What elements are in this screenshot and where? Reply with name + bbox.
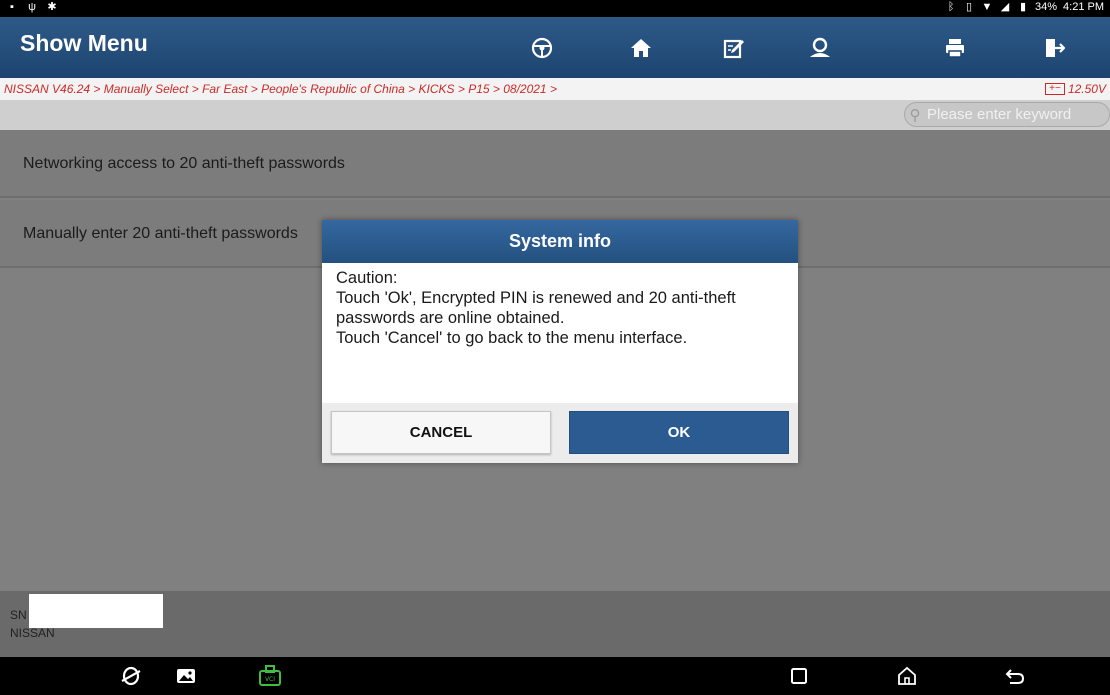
home-icon — [898, 666, 916, 685]
battery-percent: 34% — [1035, 1, 1058, 13]
usb-icon: ψ — [28, 1, 36, 13]
bluetooth-icon: ᛒ — [947, 1, 955, 13]
steering-wheel-icon — [531, 37, 553, 58]
voltage-indicator: +− 12.50V — [1044, 78, 1106, 100]
search-input[interactable] — [925, 105, 1109, 124]
breadcrumb-bar: NISSAN V46.24 > Manually Select > Far Ea… — [0, 78, 1110, 100]
menu-item-label: Manually enter 20 anti-theft passwords — [23, 225, 298, 242]
signal-icon: ◢ — [1000, 1, 1010, 13]
user-button[interactable] — [770, 17, 870, 78]
back-button[interactable] — [995, 657, 1035, 695]
edit-icon — [723, 39, 744, 58]
page-title: Show Menu — [20, 30, 148, 56]
menu-item-networking-access[interactable]: Networking access to 20 anti-theft passw… — [0, 130, 1110, 198]
android-nav-bar: VCI — [0, 657, 1110, 695]
search-icon: ⚲ — [909, 106, 921, 124]
home-button[interactable] — [591, 17, 691, 78]
gallery-icon — [177, 669, 195, 683]
dialog-buttons: CANCEL OK — [322, 403, 798, 463]
dialog-title: System info — [322, 220, 798, 263]
recent-apps-button[interactable] — [779, 657, 819, 695]
recent-apps-icon — [791, 668, 807, 684]
image-icon: ▪ — [10, 1, 14, 13]
user-icon — [810, 37, 830, 57]
exit-icon — [1046, 38, 1065, 57]
vci-button[interactable]: VCI — [250, 657, 290, 695]
vci-icon: VCI — [259, 665, 281, 686]
vehicle-make: NISSAN — [10, 626, 55, 640]
back-icon — [1005, 669, 1025, 684]
top-bar: Show Menu — [0, 17, 1110, 78]
edit-button[interactable] — [684, 17, 784, 78]
serial-number-redaction — [29, 594, 163, 628]
battery-icon: ▮ — [1019, 1, 1027, 13]
cancel-button[interactable]: CANCEL — [331, 411, 551, 454]
browser-button[interactable] — [111, 657, 151, 695]
home-icon — [631, 38, 651, 57]
car-battery-icon: +− — [1044, 83, 1065, 95]
voltage-value: 12.50V — [1067, 82, 1106, 96]
svg-text:VCI: VCI — [265, 676, 275, 683]
browser-icon — [121, 666, 141, 686]
device-footer: SN NISSAN — [0, 591, 1110, 657]
system-info-dialog: System info Caution: Touch 'Ok', Encrypt… — [322, 220, 798, 463]
search-row: ⚲ — [0, 100, 1110, 130]
exit-button[interactable] — [1004, 17, 1104, 78]
serial-number-label: SN — [10, 608, 27, 622]
print-button[interactable] — [905, 17, 1005, 78]
vibrate-icon: ▯ — [965, 1, 973, 13]
search-box[interactable]: ⚲ — [904, 102, 1110, 127]
settings-icon: ✱ — [47, 1, 57, 13]
steering-wheel-button[interactable] — [492, 17, 592, 78]
dialog-message: Caution: Touch 'Ok', Encrypted PIN is re… — [336, 269, 736, 347]
status-bar: ▪ ψ ✱ ᛒ ▯ ▼ ◢ ▮ 34% 4:21 PM — [0, 0, 1110, 17]
gallery-button[interactable] — [166, 657, 206, 695]
wifi-icon: ▼ — [981, 1, 993, 13]
menu-item-label: Networking access to 20 anti-theft passw… — [23, 155, 345, 172]
print-icon — [946, 38, 964, 58]
breadcrumb: NISSAN V46.24 > Manually Select > Far Ea… — [4, 82, 557, 96]
ok-button[interactable]: OK — [569, 411, 789, 454]
home-nav-button[interactable] — [887, 657, 927, 695]
clock: 4:21 PM — [1063, 1, 1104, 13]
